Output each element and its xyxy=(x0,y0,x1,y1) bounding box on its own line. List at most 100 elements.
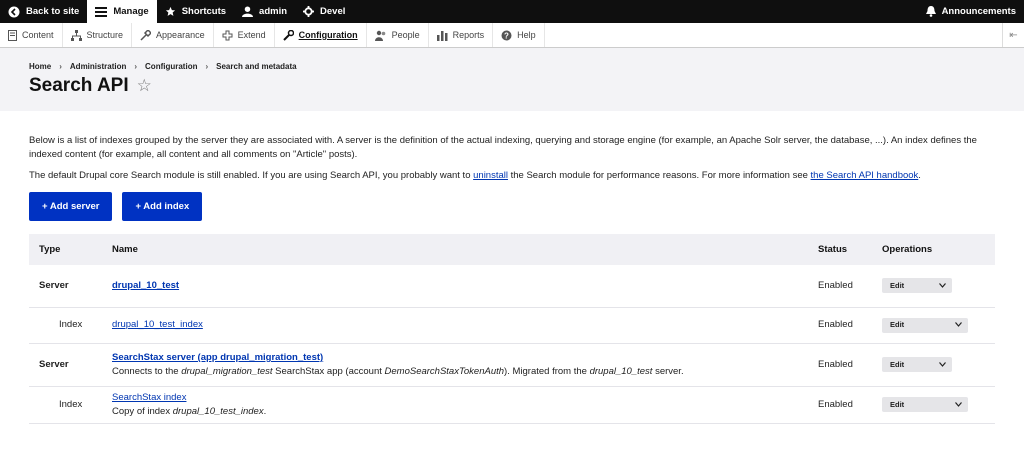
breadcrumb-separator: › xyxy=(205,62,209,71)
chevron-down-icon xyxy=(939,279,946,293)
collapse-tray-icon[interactable]: ⇤ xyxy=(1002,23,1024,47)
svg-text:?: ? xyxy=(504,31,509,40)
people-icon xyxy=(374,30,387,41)
header-status: Status xyxy=(818,243,848,255)
structure-icon xyxy=(70,29,82,41)
breadcrumb-separator: › xyxy=(59,62,62,71)
uninstall-link[interactable]: uninstall xyxy=(473,170,508,181)
table-row: Server SearchStax server (app drupal_mig… xyxy=(29,343,995,387)
intro-description: Below is a list of indexes grouped by th… xyxy=(29,135,977,160)
desc-part: . xyxy=(263,406,267,417)
user-tab[interactable]: admin xyxy=(234,0,295,23)
desc-part: Copy of index xyxy=(112,406,173,417)
shortcuts-label: Shortcuts xyxy=(181,6,227,17)
breadcrumb-separator: › xyxy=(134,62,138,71)
star-icon xyxy=(165,6,176,17)
server-link[interactable]: drupal_10_test xyxy=(112,280,179,291)
breadcrumb-configuration[interactable]: Configuration xyxy=(145,62,197,71)
bell-icon xyxy=(925,6,936,17)
servers-indexes-table: Type Name Status Operations Server drupa… xyxy=(29,234,995,424)
help-icon: ? xyxy=(501,30,512,41)
user-label: admin xyxy=(259,6,288,17)
tray-item-label: Content xyxy=(22,30,54,40)
row-name: drupal_10_test_index xyxy=(102,307,808,344)
row-status: Enabled xyxy=(808,265,872,308)
manage-label: Manage xyxy=(113,6,149,17)
search-api-handbook-link[interactable]: the Search API handbook xyxy=(811,170,919,181)
edit-dropdown[interactable]: Edit xyxy=(882,278,952,294)
admin-menu-tray: Content Structure Appearance Extend Conf… xyxy=(0,23,1024,48)
tray-item-structure[interactable]: Structure xyxy=(63,23,133,47)
reports-icon xyxy=(436,30,448,41)
notice-text-1: The default Drupal core Search module is… xyxy=(29,170,474,181)
row-name: SearchStax index Copy of index drupal_10… xyxy=(102,386,808,424)
tray-item-people[interactable]: People xyxy=(367,23,429,47)
desc-part: drupal_10_test xyxy=(589,366,653,377)
tray-item-content[interactable]: Content xyxy=(0,23,63,47)
search-module-notice: The default Drupal core Search module is… xyxy=(29,169,995,183)
tray-item-reports[interactable]: Reports xyxy=(429,23,494,47)
breadcrumb: Home › Administration › Configuration › … xyxy=(29,62,995,71)
desc-part: Connects to the xyxy=(112,366,182,377)
index-link[interactable]: drupal_10_test_index xyxy=(112,319,203,330)
row-name: SearchStax server (app drupal_migration_… xyxy=(102,343,808,387)
tray-item-extend[interactable]: Extend xyxy=(214,23,275,47)
back-to-site-link[interactable]: Back to site xyxy=(0,0,87,23)
row-type: Index xyxy=(29,386,102,424)
edit-dropdown[interactable]: Edit xyxy=(882,357,952,372)
index-link[interactable]: SearchStax index xyxy=(112,392,186,403)
hamburger-icon xyxy=(95,6,108,17)
breadcrumb-administration[interactable]: Administration xyxy=(70,62,126,71)
row-status: Enabled xyxy=(808,307,872,344)
edit-label: Edit xyxy=(890,359,905,369)
row-operations: Edit xyxy=(872,343,995,387)
devel-tab[interactable]: Devel xyxy=(295,0,353,23)
desc-part: server. xyxy=(652,366,684,377)
header-operations: Operations xyxy=(882,243,933,255)
server-link[interactable]: SearchStax server (app drupal_migration_… xyxy=(112,352,323,363)
chevron-down-icon xyxy=(955,318,962,332)
add-server-button[interactable]: + Add server xyxy=(29,192,113,221)
devel-label: Devel xyxy=(320,6,346,17)
desc-part: drupal_migration_test xyxy=(181,366,273,377)
tray-item-configuration[interactable]: Configuration xyxy=(275,23,367,47)
edit-dropdown[interactable]: Edit xyxy=(882,397,968,412)
desc-part: drupal_10_test_index xyxy=(172,406,264,417)
desc-part: ). Migrated from the xyxy=(504,366,590,377)
table-row: Server drupal_10_test Enabled Edit xyxy=(29,265,995,308)
index-description: Copy of index drupal_10_test_index. xyxy=(112,405,798,418)
edit-label: Edit xyxy=(890,320,905,329)
announcements-label: Announcements xyxy=(941,6,1016,17)
row-status: Enabled xyxy=(808,343,872,387)
tray-item-label: Structure xyxy=(86,30,124,40)
breadcrumb-search-metadata[interactable]: Search and metadata xyxy=(216,62,296,71)
tray-item-label: Appearance xyxy=(156,30,205,40)
notice-text-2: the Search module for performance reason… xyxy=(507,170,811,181)
chevron-down-icon xyxy=(939,358,946,372)
row-operations: Edit xyxy=(872,307,995,344)
add-index-button[interactable]: + Add index xyxy=(122,192,203,221)
tray-item-label: Reports xyxy=(452,30,485,40)
shortcut-star-icon[interactable]: ☆ xyxy=(137,76,152,96)
table-header-row: Type Name Status Operations xyxy=(29,234,995,265)
tray-item-help[interactable]: ? Help xyxy=(493,23,545,47)
admin-toolbar: Back to site Manage Shortcuts admin Deve… xyxy=(0,0,1024,23)
manage-tab[interactable]: Manage xyxy=(87,0,157,23)
announcements-tab[interactable]: Announcements xyxy=(918,0,1024,23)
shortcuts-tab[interactable]: Shortcuts xyxy=(157,0,234,23)
edit-label: Edit xyxy=(890,399,905,409)
edit-dropdown[interactable]: Edit xyxy=(882,317,968,333)
wrench-icon xyxy=(282,29,294,41)
tray-item-label: Configuration xyxy=(298,30,358,40)
desc-part: SearchStax app (account xyxy=(272,366,385,377)
row-status: Enabled xyxy=(808,386,872,424)
page-title: Search API xyxy=(29,75,129,96)
appearance-icon xyxy=(140,29,152,41)
back-arrow-icon xyxy=(8,6,20,18)
tray-item-label: Help xyxy=(517,30,536,40)
breadcrumb-home[interactable]: Home xyxy=(29,62,51,71)
tray-item-appearance[interactable]: Appearance xyxy=(132,23,214,47)
notice-text-3: . xyxy=(918,170,921,181)
extend-icon xyxy=(222,30,233,41)
row-type: Server xyxy=(29,265,102,308)
